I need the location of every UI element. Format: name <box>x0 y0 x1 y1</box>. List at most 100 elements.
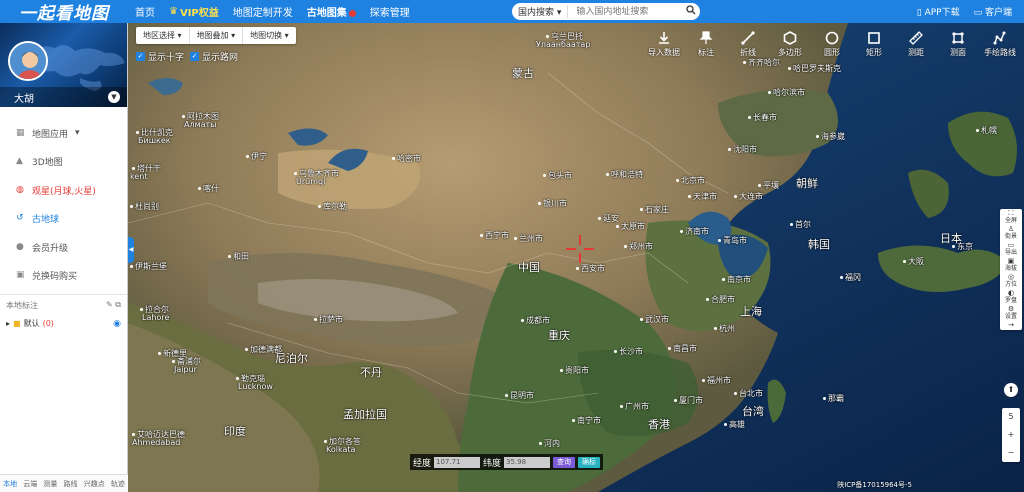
tab-track[interactable]: 轨迹 <box>111 479 125 489</box>
folder-name: 默认 <box>23 319 40 328</box>
map-label-chongqing: 重庆 <box>548 329 570 342</box>
map-label-yinchuan: 银川市 <box>538 198 567 209</box>
map-label-jaipur-en: Jaipur <box>174 365 197 374</box>
sidebar-menu: ▦ 地图应用 ▾ ▲ 3D地图 ◍ 观星(月球,火星) ↺ 古地球 ● 会员升级 … <box>0 107 127 290</box>
tool-measure-distance[interactable]: 测距 <box>896 29 936 58</box>
folder-item-default[interactable]: ▸ ■ 默认 (0) ◉ <box>0 316 127 331</box>
map-label-hami: 哈密市 <box>392 153 421 164</box>
sidebar-item-label: 兑换码购买 <box>32 272 78 283</box>
tab-cloud[interactable]: 云端 <box>23 479 37 489</box>
tab-route[interactable]: 路线 <box>64 479 78 489</box>
show-roads-checkbox[interactable]: ✓ 显示路网 <box>190 50 238 63</box>
search-icon[interactable] <box>682 5 700 18</box>
map-label-hangzhou: 杭州 <box>714 323 735 334</box>
nav-custom-map[interactable]: 地图定制开发 <box>226 4 300 19</box>
edit-icon[interactable]: ✎ <box>106 300 113 309</box>
tool-measure-area[interactable]: 测面 <box>938 29 978 58</box>
zoom-control: 5 + − <box>1002 408 1020 462</box>
chevron-down-icon[interactable]: ▼ <box>108 91 120 103</box>
drawing-toolbar: 导入数据 标注 折线 多边形 圆形 矩形 测距 测面 手绘路线 <box>644 29 1020 58</box>
tab-local[interactable]: 本地 <box>3 479 17 489</box>
nav-vip[interactable]: ♛ VIP权益 <box>162 4 226 19</box>
region-select-dropdown[interactable]: 地区选择 ▾ <box>136 27 190 44</box>
sidebar-item-redeem[interactable]: ▣ 兑换码购买 <box>0 262 127 291</box>
north-arrow-icon[interactable]: ⬆ <box>1004 383 1018 397</box>
export-button[interactable]: ▭ 导出 <box>1005 241 1017 257</box>
history-icon: ↺ <box>16 213 24 224</box>
avatar[interactable] <box>8 41 48 81</box>
layer-tab-label: 地区选择 <box>143 31 175 40</box>
sidebar-item-ancient-earth[interactable]: ↺ 古地球 <box>0 205 127 234</box>
caret-down-icon: ▾ <box>75 128 80 139</box>
app-download-link[interactable]: ▯ APP下载 <box>917 5 960 18</box>
eye-icon[interactable]: ◉ <box>113 319 121 329</box>
client-label: 客户端 <box>984 8 1012 18</box>
sidebar-item-3d-map[interactable]: ▲ 3D地图 <box>0 148 127 177</box>
export-icon: ▭ <box>1007 241 1015 249</box>
tool-rectangle[interactable]: 矩形 <box>854 29 894 58</box>
tool-label: 手绘路线 <box>984 48 1016 57</box>
user-bar[interactable]: 大胡 ▼ <box>0 87 127 107</box>
search-input[interactable] <box>568 4 682 19</box>
tool-polygon[interactable]: 多边形 <box>770 29 810 58</box>
nav-home[interactable]: 首页 <box>128 4 162 19</box>
sidebar-item-map-apps[interactable]: ▦ 地图应用 ▾ <box>0 119 127 148</box>
sidebar-collapse-handle[interactable]: ◀ <box>128 237 134 263</box>
map-label-pyongyang: 平壤 <box>758 180 779 191</box>
latitude-input[interactable]: 35.98 <box>504 456 551 468</box>
tool-import[interactable]: 导入数据 <box>644 29 684 58</box>
fullscreen-icon: ⛶ <box>1008 209 1014 217</box>
tool-circle[interactable]: 圆形 <box>812 29 852 58</box>
checkmark-icon: ✓ <box>190 52 200 61</box>
tool-marker[interactable]: 标注 <box>686 29 726 58</box>
elevation-button[interactable]: ▣ 海拔 <box>1005 257 1017 273</box>
image-icon: ▣ <box>1007 257 1015 265</box>
tool-freehand-route[interactable]: 手绘路线 <box>980 29 1020 58</box>
map-canvas[interactable]: 乌兰巴托 Улаанбаатар 蒙古 阿拉木图 Алматы 比什凯克 Биш… <box>128 23 1024 492</box>
compass-button[interactable]: ◐ 罗盘 <box>1005 289 1017 305</box>
icp-license[interactable]: 陕ICP备17015964号-5 <box>837 480 912 490</box>
client-link[interactable]: ▭ 客户端 <box>974 5 1012 18</box>
query-button[interactable]: 查询 <box>553 456 576 468</box>
tab-measure[interactable]: 测量 <box>43 479 57 489</box>
zoom-out-button[interactable]: − <box>1008 444 1015 462</box>
crown-icon: ♛ <box>169 6 178 17</box>
control-label: 全屏 <box>1004 217 1017 224</box>
fullscreen-button[interactable]: ⛶ 全屏 <box>1005 209 1017 225</box>
search-scope-dropdown[interactable]: 国内搜索 ▾ <box>512 5 569 18</box>
folder-count: (0) <box>42 319 54 328</box>
zoom-in-button[interactable]: + <box>1008 426 1015 444</box>
show-crosshair-checkbox[interactable]: ✓ 显示十字 <box>136 50 184 63</box>
nav-explore[interactable]: 探索管理 <box>363 4 417 19</box>
overlay-dropdown[interactable]: 地图叠加 ▾ <box>190 27 244 44</box>
local-marks-header: 本地标注 ✎ ⧉ <box>0 294 127 316</box>
caret-right-icon[interactable]: ▸ <box>6 319 10 328</box>
tab-poi[interactable]: 兴趣点 <box>84 479 105 489</box>
map-label-lanzhou: 兰州市 <box>514 233 543 244</box>
map-label-vladivostok: 海参崴 <box>816 131 845 142</box>
sidebar-item-membership[interactable]: ● 会员升级 <box>0 233 127 262</box>
site-logo[interactable]: 一起看地图 <box>0 0 128 24</box>
layer-tab-label: 地图叠加 <box>196 31 229 40</box>
map-label-lhasa: 拉萨市 <box>314 314 343 325</box>
tool-label: 圆形 <box>824 48 840 57</box>
map-label-tokyo: 东京 <box>952 241 973 252</box>
bearing-button[interactable]: ◎ 方位 <box>1005 273 1017 289</box>
tool-polyline[interactable]: 折线 <box>728 29 768 58</box>
map-label-ulaanbaatar-mn: Улаанбаатар <box>536 40 591 49</box>
sidebar-item-stargazing[interactable]: ◍ 观星(月球,火星) <box>0 176 127 205</box>
streetview-button[interactable]: ♙ 街景 <box>1005 225 1017 241</box>
nav-ancient-label: 古地图集 <box>306 8 347 19</box>
locate-button[interactable]: 确标 <box>578 456 601 468</box>
map-switch-dropdown[interactable]: 地图切换 ▾ <box>243 27 296 44</box>
expand-panel-button[interactable]: → <box>1008 321 1014 330</box>
checkmark-icon: ✓ <box>136 52 145 61</box>
settings-button[interactable]: ⚙ 设置 <box>1005 305 1017 321</box>
map-label-khabarovsk: 哈巴罗夫斯克 <box>788 63 841 74</box>
freehand-route-icon <box>993 29 1007 47</box>
map-label-hongkong: 香港 <box>648 418 670 431</box>
share-icon[interactable]: ⧉ <box>115 300 121 309</box>
search-scope-label: 国内搜索 <box>518 8 555 18</box>
nav-ancient-maps[interactable]: 古地图集 <box>300 4 363 19</box>
longitude-input[interactable]: 107.71 <box>434 456 481 468</box>
